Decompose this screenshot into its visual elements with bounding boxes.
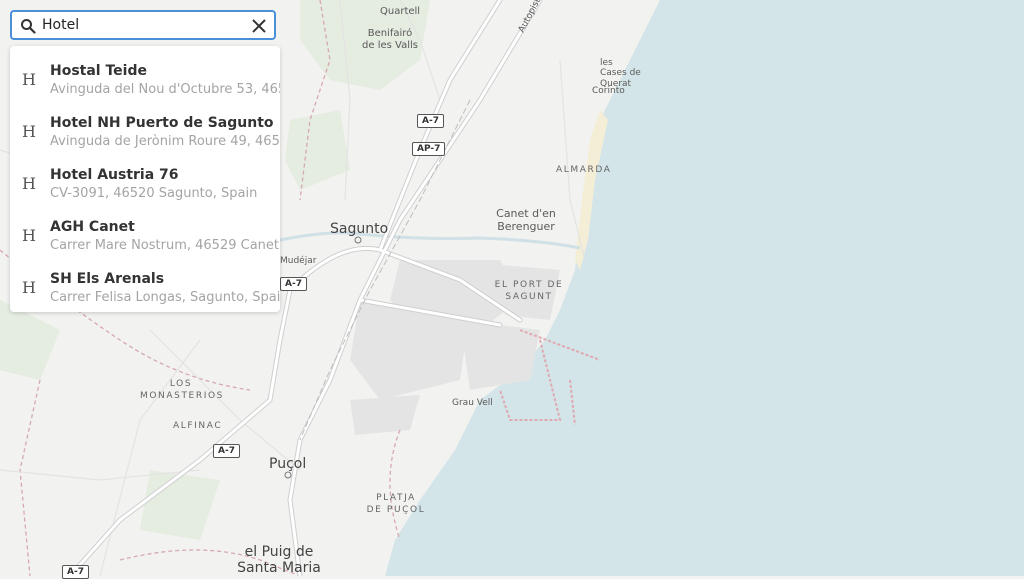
result-address: Carrer Mare Nostrum, 46529 Canet d'en Be… (50, 238, 280, 253)
search-result-item[interactable]: H Hostal Teide Avinguda del Nou d'Octubr… (10, 51, 280, 103)
hotel-icon: H (22, 226, 36, 245)
search-icon (21, 19, 36, 34)
search-box (10, 10, 276, 40)
result-address: CV-3091, 46520 Sagunto, Spain (50, 186, 258, 201)
result-address: Carrer Felisa Longas, Sagunto, Spain (50, 290, 280, 305)
result-address: Avinguda del Nou d'Octubre 53, 46500 Sag… (50, 82, 280, 97)
place-label-los-monasterios: LOS MONASTERIOS (140, 379, 224, 401)
place-label-platja: PLATJA DE PUÇOL (366, 493, 426, 515)
result-name: Hostal Teide (50, 63, 147, 79)
road-shield-a7: A-7 (417, 114, 444, 128)
road-shield-a7: A-7 (280, 277, 307, 291)
place-label-corinto: Corinto (592, 86, 625, 96)
place-label-quartell: Quartell (380, 6, 421, 17)
place-label-almarda: ALMARDA (556, 165, 612, 175)
road-shield-a7: A-7 (213, 444, 240, 458)
road-shield-a7: A-7 (62, 565, 89, 579)
hotel-icon: H (22, 70, 36, 89)
result-name: SH Els Arenals (50, 271, 165, 287)
search-result-item[interactable]: H AGH Canet Carrer Mare Nostrum, 46529 C… (10, 207, 280, 259)
result-name: Hotel NH Puerto de Sagunto (50, 115, 274, 131)
place-label-les-cases: les Cases de Querat (600, 58, 641, 89)
result-address: Avinguda de Jerònim Roure 49, 46520 Sagu… (50, 134, 280, 149)
place-label-sagunto: Sagunto (330, 221, 389, 237)
place-label-canet: Canet d'en Berenguer (496, 207, 556, 233)
close-icon[interactable] (250, 17, 268, 35)
place-label-pucol: Puçol (269, 456, 307, 472)
place-label-grau-vell: Grau Vell (452, 398, 493, 408)
road-shield-ap7: AP-7 (412, 142, 446, 156)
place-label-benifairo: Benifairó de les Valls (362, 28, 418, 51)
place-label-el-puig: el Puig de Santa Maria (237, 544, 321, 577)
search-result-item[interactable]: H Hotel NH Puerto de Sagunto Avinguda de… (10, 103, 280, 155)
place-label-mudejar: Mudéjar (280, 256, 317, 266)
search-results-list: H Hostal Teide Avinguda del Nou d'Octubr… (10, 46, 280, 312)
hotel-icon: H (22, 122, 36, 141)
search-input[interactable] (42, 15, 242, 35)
search-result-item[interactable]: H SH Els Arenals Carrer Felisa Longas, S… (10, 259, 280, 311)
hotel-icon: H (22, 278, 36, 297)
place-label-alfinac: ALFINAC (173, 421, 223, 431)
hotel-icon: H (22, 174, 36, 193)
place-label-el-port: EL PORT DE SAGUNT (494, 280, 564, 302)
result-name: AGH Canet (50, 219, 135, 235)
search-result-item[interactable]: H Hotel Austria 76 CV-3091, 46520 Sagunt… (10, 155, 280, 207)
result-name: Hotel Austria 76 (50, 167, 179, 183)
